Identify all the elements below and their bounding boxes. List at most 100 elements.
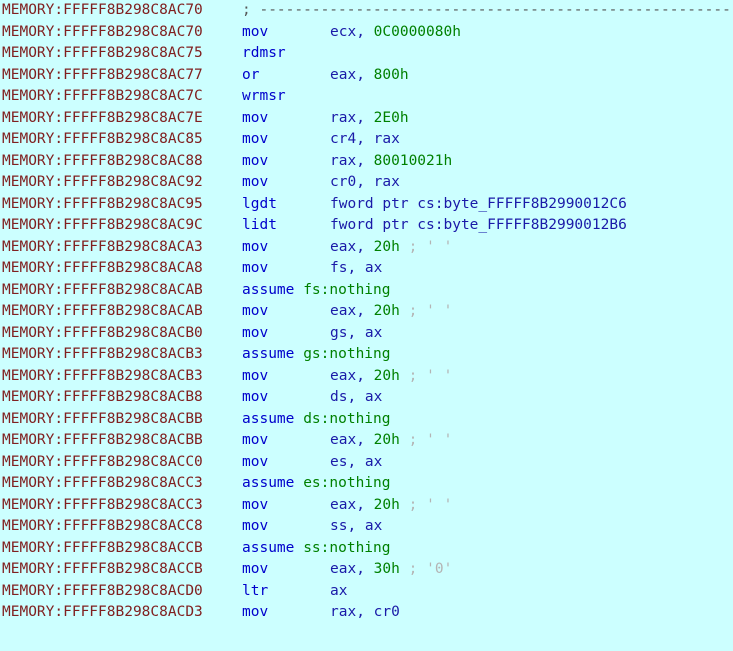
instruction-mnemonic[interactable]: or [242, 65, 330, 87]
segment-state: ss:nothing [303, 539, 391, 556]
instruction-mnemonic[interactable]: mov [242, 387, 330, 409]
instruction-mnemonic[interactable]: wrmsr [242, 86, 330, 108]
instruction-mnemonic[interactable]: mov [242, 301, 330, 323]
disassembly-line[interactable]: MEMORY:FFFFF8B298C8ACD3 mov rax, cr0 [0, 602, 733, 624]
disassembly-line[interactable]: MEMORY:FFFFF8B298C8ACC8 mov ss, ax [0, 516, 733, 538]
disassembly-line[interactable]: MEMORY:FFFFF8B298C8ACB3 mov eax, 20h ; ' ' [0, 366, 733, 388]
line-address: MEMORY:FFFFF8B298C8ACBB [2, 432, 203, 448]
disassembly-line[interactable]: MEMORY:FFFFF8B298C8ACBB assume ds:nothing [0, 409, 733, 431]
immediate-value[interactable]: 0C0000080h [374, 24, 461, 40]
disassembly-line[interactable]: MEMORY:FFFFF8B298C8ACD0 ltr ax [0, 581, 733, 603]
instruction-operands[interactable]: eax, [330, 368, 374, 384]
instruction-mnemonic[interactable]: mov [242, 151, 330, 173]
disassembly-line[interactable]: MEMORY:FFFFF8B298C8AC88 mov rax, 80010021h [0, 151, 733, 173]
instruction-operands[interactable]: ss, ax [330, 518, 382, 534]
disassembly-line[interactable]: MEMORY:FFFFF8B298C8ACCB assume ss:nothing [0, 538, 733, 560]
line-address: MEMORY:FFFFF8B298C8AC70 [2, 2, 203, 18]
instruction-operands[interactable]: ax [330, 583, 347, 599]
line-address: MEMORY:FFFFF8B298C8ACAB [2, 303, 203, 319]
disassembly-line[interactable]: MEMORY:FFFFF8B298C8ACC3 assume es:nothing [0, 473, 733, 495]
disassembly-line[interactable]: MEMORY:FFFFF8B298C8AC9C lidt fword ptr cs:… [0, 215, 733, 237]
line-address: MEMORY:FFFFF8B298C8ACB3 [2, 346, 203, 362]
immediate-value[interactable]: 800h [374, 67, 409, 83]
disassembly-line[interactable]: MEMORY:FFFFF8B298C8AC75 rdmsr [0, 43, 733, 65]
disassembly-line[interactable]: MEMORY:FFFFF8B298C8AC92 mov cr0, rax [0, 172, 733, 194]
instruction-operands[interactable]: ds, ax [330, 389, 382, 405]
disassembly-line[interactable]: MEMORY:FFFFF8B298C8AC7E mov rax, 2E0h [0, 108, 733, 130]
immediate-value[interactable]: 20h [374, 239, 400, 255]
instruction-operands[interactable]: eax, [330, 561, 374, 577]
instruction-operands[interactable]: fs, ax [330, 260, 382, 276]
disassembly-line[interactable]: MEMORY:FFFFF8B298C8ACBB mov eax, 20h ; ' ' [0, 430, 733, 452]
immediate-value[interactable]: 80010021h [374, 153, 453, 169]
instruction-operands[interactable]: eax, [330, 239, 374, 255]
disassembly-line[interactable]: MEMORY:FFFFF8B298C8AC95 lgdt fword ptr cs:… [0, 194, 733, 216]
line-address: MEMORY:FFFFF8B298C8ACA3 [2, 238, 203, 255]
immediate-value[interactable]: 20h [374, 497, 400, 513]
instruction-operands[interactable]: fword ptr cs:byte_FFFFF8B2990012C6 [330, 196, 627, 212]
instruction-operands[interactable]: cr0, rax [330, 174, 400, 190]
line-address: MEMORY:FFFFF8B298C8ACB0 [2, 324, 203, 341]
instruction-operands[interactable]: gs, ax [330, 325, 382, 341]
instruction-mnemonic[interactable]: mov [242, 323, 330, 345]
instruction-operands[interactable]: eax, [330, 303, 374, 319]
instruction-mnemonic[interactable]: lidt [242, 215, 330, 237]
line-address: MEMORY:FFFFF8B298C8ACAB [2, 281, 203, 298]
disassembly-line[interactable]: MEMORY:FFFFF8B298C8AC70 ; ---------------… [0, 0, 733, 22]
line-comment: ; ' ' [408, 238, 453, 255]
instruction-mnemonic[interactable]: mov [242, 366, 330, 388]
instruction-mnemonic[interactable]: mov [242, 452, 330, 474]
instruction-mnemonic[interactable]: mov [242, 516, 330, 538]
immediate-value[interactable]: 20h [374, 368, 400, 384]
instruction-mnemonic[interactable]: mov [242, 559, 330, 581]
disassembly-line[interactable]: MEMORY:FFFFF8B298C8AC85 mov cr4, rax [0, 129, 733, 151]
disassembly-line[interactable]: MEMORY:FFFFF8B298C8ACB0 mov gs, ax [0, 323, 733, 345]
disassembly-line[interactable]: MEMORY:FFFFF8B298C8ACC0 mov es, ax [0, 452, 733, 474]
instruction-mnemonic[interactable]: mov [242, 22, 330, 44]
immediate-value[interactable]: 2E0h [374, 110, 409, 126]
disassembly-view[interactable]: MEMORY:FFFFF8B298C8AC70 ; ---------------… [0, 0, 733, 651]
disassembly-line[interactable]: MEMORY:FFFFF8B298C8ACB8 mov ds, ax [0, 387, 733, 409]
line-address: MEMORY:FFFFF8B298C8AC92 [2, 174, 203, 190]
instruction-mnemonic[interactable]: mov [242, 602, 330, 624]
disassembly-line[interactable]: MEMORY:FFFFF8B298C8ACAB mov eax, 20h ; ' ' [0, 301, 733, 323]
immediate-value[interactable]: 20h [374, 303, 400, 319]
disassembly-line[interactable]: MEMORY:FFFFF8B298C8ACA3 mov eax, 20h ; ' ' [0, 237, 733, 259]
instruction-mnemonic[interactable]: lgdt [242, 194, 330, 216]
disassembly-line[interactable]: MEMORY:FFFFF8B298C8AC77 or eax, 800h [0, 65, 733, 87]
instruction-operands[interactable]: eax, [330, 497, 374, 513]
immediate-value[interactable]: 30h [374, 561, 400, 577]
instruction-mnemonic[interactable]: mov [242, 108, 330, 130]
instruction-operands[interactable]: ecx, [330, 24, 374, 40]
instruction-operands[interactable]: rax, cr0 [330, 604, 400, 620]
disassembly-line[interactable]: MEMORY:FFFFF8B298C8ACA8 mov fs, ax [0, 258, 733, 280]
instruction-operands[interactable]: rax, [330, 153, 374, 169]
instruction-operands[interactable]: eax, [330, 432, 374, 448]
instruction-operands[interactable]: eax, [330, 67, 374, 83]
instruction-mnemonic[interactable]: mov [242, 129, 330, 151]
disassembly-line[interactable]: MEMORY:FFFFF8B298C8AC70 mov ecx, 0C0000080… [0, 22, 733, 44]
assume-keyword: assume [242, 346, 295, 362]
instruction-mnemonic[interactable]: mov [242, 495, 330, 517]
segment-state: gs:nothing [303, 346, 391, 362]
instruction-operands[interactable]: fword ptr cs:byte_FFFFF8B2990012B6 [330, 217, 627, 233]
instruction-operands[interactable]: rax, [330, 110, 374, 126]
line-comment: ; ' ' [408, 496, 453, 513]
disassembly-line[interactable]: MEMORY:FFFFF8B298C8AC7C wrmsr [0, 86, 733, 108]
instruction-mnemonic[interactable]: ltr [242, 581, 330, 603]
disassembly-line[interactable]: MEMORY:FFFFF8B298C8ACAB assume fs:nothing [0, 280, 733, 302]
instruction-operands[interactable]: cr4, rax [330, 131, 400, 147]
line-address: MEMORY:FFFFF8B298C8AC9C [2, 217, 203, 233]
instruction-mnemonic[interactable]: rdmsr [242, 43, 330, 65]
disassembly-line[interactable]: MEMORY:FFFFF8B298C8ACC3 mov eax, 20h ; ' ' [0, 495, 733, 517]
assume-keyword: assume [242, 410, 295, 427]
instruction-mnemonic[interactable]: mov [242, 172, 330, 194]
immediate-value[interactable]: 20h [374, 432, 400, 448]
instruction-mnemonic[interactable]: mov [242, 237, 330, 259]
disassembly-line[interactable]: MEMORY:FFFFF8B298C8ACB3 assume gs:nothing [0, 344, 733, 366]
instruction-mnemonic[interactable]: mov [242, 430, 330, 452]
instruction-mnemonic[interactable]: mov [242, 258, 330, 280]
disassembly-line[interactable]: MEMORY:FFFFF8B298C8ACCB mov eax, 30h ; '0' [0, 559, 733, 581]
instruction-operands[interactable]: es, ax [330, 454, 382, 470]
line-address: MEMORY:FFFFF8B298C8ACB8 [2, 389, 203, 405]
